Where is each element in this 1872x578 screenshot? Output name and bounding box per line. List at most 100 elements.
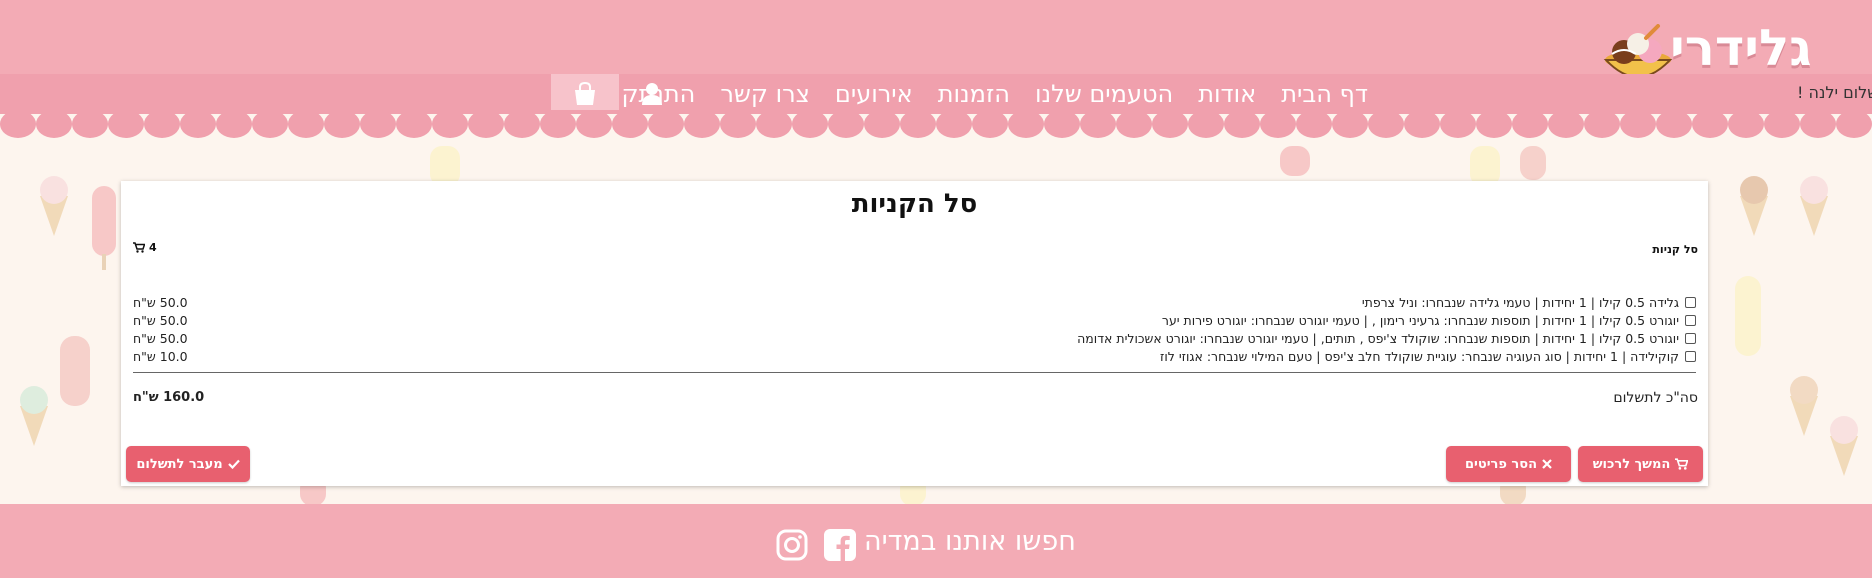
cart-card: סל הקניות סל קניות 4 גלידה 0.5 קילו | 1 … [121,181,1708,486]
cart-item-price: 50.0 ש"ח [133,295,188,310]
scallop [1620,110,1656,138]
scallop [108,110,144,138]
scallop [360,110,396,138]
cart-divider [133,372,1696,373]
cart-count-value: 4 [149,241,157,254]
nav-events[interactable]: אירועים [835,74,913,114]
facebook-icon[interactable] [824,529,856,561]
cart-label: סל קניות [1652,243,1698,256]
close-icon [1542,459,1552,469]
cart-icon [1675,458,1689,470]
scallop [504,110,540,138]
nav-flavors[interactable]: הטעמים שלנו [1035,74,1173,114]
scallop [1332,110,1368,138]
scallop [288,110,324,138]
scallop [756,110,792,138]
cart-icon [133,242,145,253]
scallop [792,110,828,138]
user-greeting: שלום ילנה ! [1797,83,1872,102]
cart-item-checkbox[interactable] [1685,297,1696,308]
scallop [648,110,684,138]
cart-item-checkbox[interactable] [1685,351,1696,362]
scallop [1512,110,1548,138]
cart-item-description: קוקילידה | 1 יחידות | סוג העוגיה שנבחר: … [1160,349,1679,364]
scallop [1116,110,1152,138]
scallop [1584,110,1620,138]
scallop [180,110,216,138]
scallop [1368,110,1404,138]
scallop [1656,110,1692,138]
scallop [864,110,900,138]
cart-item: גלידה 0.5 קילו | 1 יחידות | טעמי גלידה ש… [133,295,1696,313]
cart-item-description: גלידה 0.5 קילו | 1 יחידות | טעמי גלידה ש… [1361,295,1679,310]
cart-item: יוגורט 0.5 קילו | 1 יחידות | תוספות שנבח… [133,331,1696,349]
total-label: סה"כ לתשלום [1613,390,1698,406]
scallop [684,110,720,138]
cart-item-checkbox[interactable] [1685,333,1696,344]
scallop [1008,110,1044,138]
continue-shopping-button[interactable]: המשך לרכוש [1578,446,1703,482]
check-icon [227,459,240,469]
scallop [1260,110,1296,138]
cart-item-description-wrap: יוגורט 0.5 קילו | 1 יחידות | תוספות שנבח… [1077,331,1696,346]
scallop [216,110,252,138]
instagram-icon[interactable] [776,529,808,561]
nav-contact[interactable]: צרו קשר [720,74,810,114]
site-logo[interactable]: גלידרי [800,10,1812,78]
cart-item-price: 50.0 ש"ח [133,313,188,328]
scallop [1836,110,1872,138]
scallop [1188,110,1224,138]
scallop [252,110,288,138]
scallop [144,110,180,138]
shopping-bag-icon [575,81,595,105]
scallop [1152,110,1188,138]
scallop [1476,110,1512,138]
nav-about[interactable]: אודות [1198,74,1256,114]
cart-item-price: 50.0 ש"ח [133,331,188,346]
cart-items-list: גלידה 0.5 קילו | 1 יחידות | טעמי גלידה ש… [133,295,1696,367]
scallop [1404,110,1440,138]
scallop [432,110,468,138]
scallop [828,110,864,138]
cart-item-description-wrap: יוגורט 0.5 קילו | 1 יחידות | תוספות שנבח… [1162,313,1696,328]
nav-home[interactable]: דף הבית [1281,74,1368,114]
remove-items-label: הסר פריטים [1464,456,1538,472]
site-footer: חפשו אותנו במדיה [0,504,1872,578]
scallop [540,110,576,138]
remove-items-button[interactable]: הסר פריטים [1446,446,1571,482]
cart-title: סל הקניות [851,189,978,219]
cart-item: יוגורט 0.5 קילו | 1 יחידות | תוספות שנבח… [133,313,1696,331]
nav-icons [533,74,667,114]
scallop [900,110,936,138]
cart-item-checkbox[interactable] [1685,315,1696,326]
scallop [0,110,36,138]
scallop [1080,110,1116,138]
scallop [1728,110,1764,138]
scallop-border [0,110,1872,138]
nav-orders[interactable]: הזמנות [938,74,1010,114]
scallop [1296,110,1332,138]
nav-user-button[interactable] [637,74,667,114]
cart-item-description: יוגורט 0.5 קילו | 1 יחידות | תוספות שנבח… [1161,313,1679,328]
scallop [972,110,1008,138]
checkout-label: מעבר לתשלום [136,456,223,472]
checkout-button[interactable]: מעבר לתשלום [126,446,250,482]
scallop [36,110,72,138]
total-value: 160.0 ש"ח [133,390,205,405]
scallop [936,110,972,138]
nav-cart-button[interactable] [551,74,619,114]
scallop [72,110,108,138]
cart-item-description-wrap: גלידה 0.5 קילו | 1 יחידות | טעמי גלידה ש… [1362,295,1696,310]
scallop [576,110,612,138]
site-header: גלידרי דף הבית אודות הטעמים שלנו הזמנות … [0,0,1872,146]
cart-item: קוקילידה | 1 יחידות | סוג העוגיה שנבחר: … [133,349,1696,367]
scallop [1548,110,1584,138]
scallop [1764,110,1800,138]
cart-count: 4 [133,241,157,254]
scallop [1800,110,1836,138]
scallop [720,110,756,138]
cart-item-price: 10.0 ש"ח [133,349,188,364]
scallop [1692,110,1728,138]
scallop [1044,110,1080,138]
scallop [396,110,432,138]
